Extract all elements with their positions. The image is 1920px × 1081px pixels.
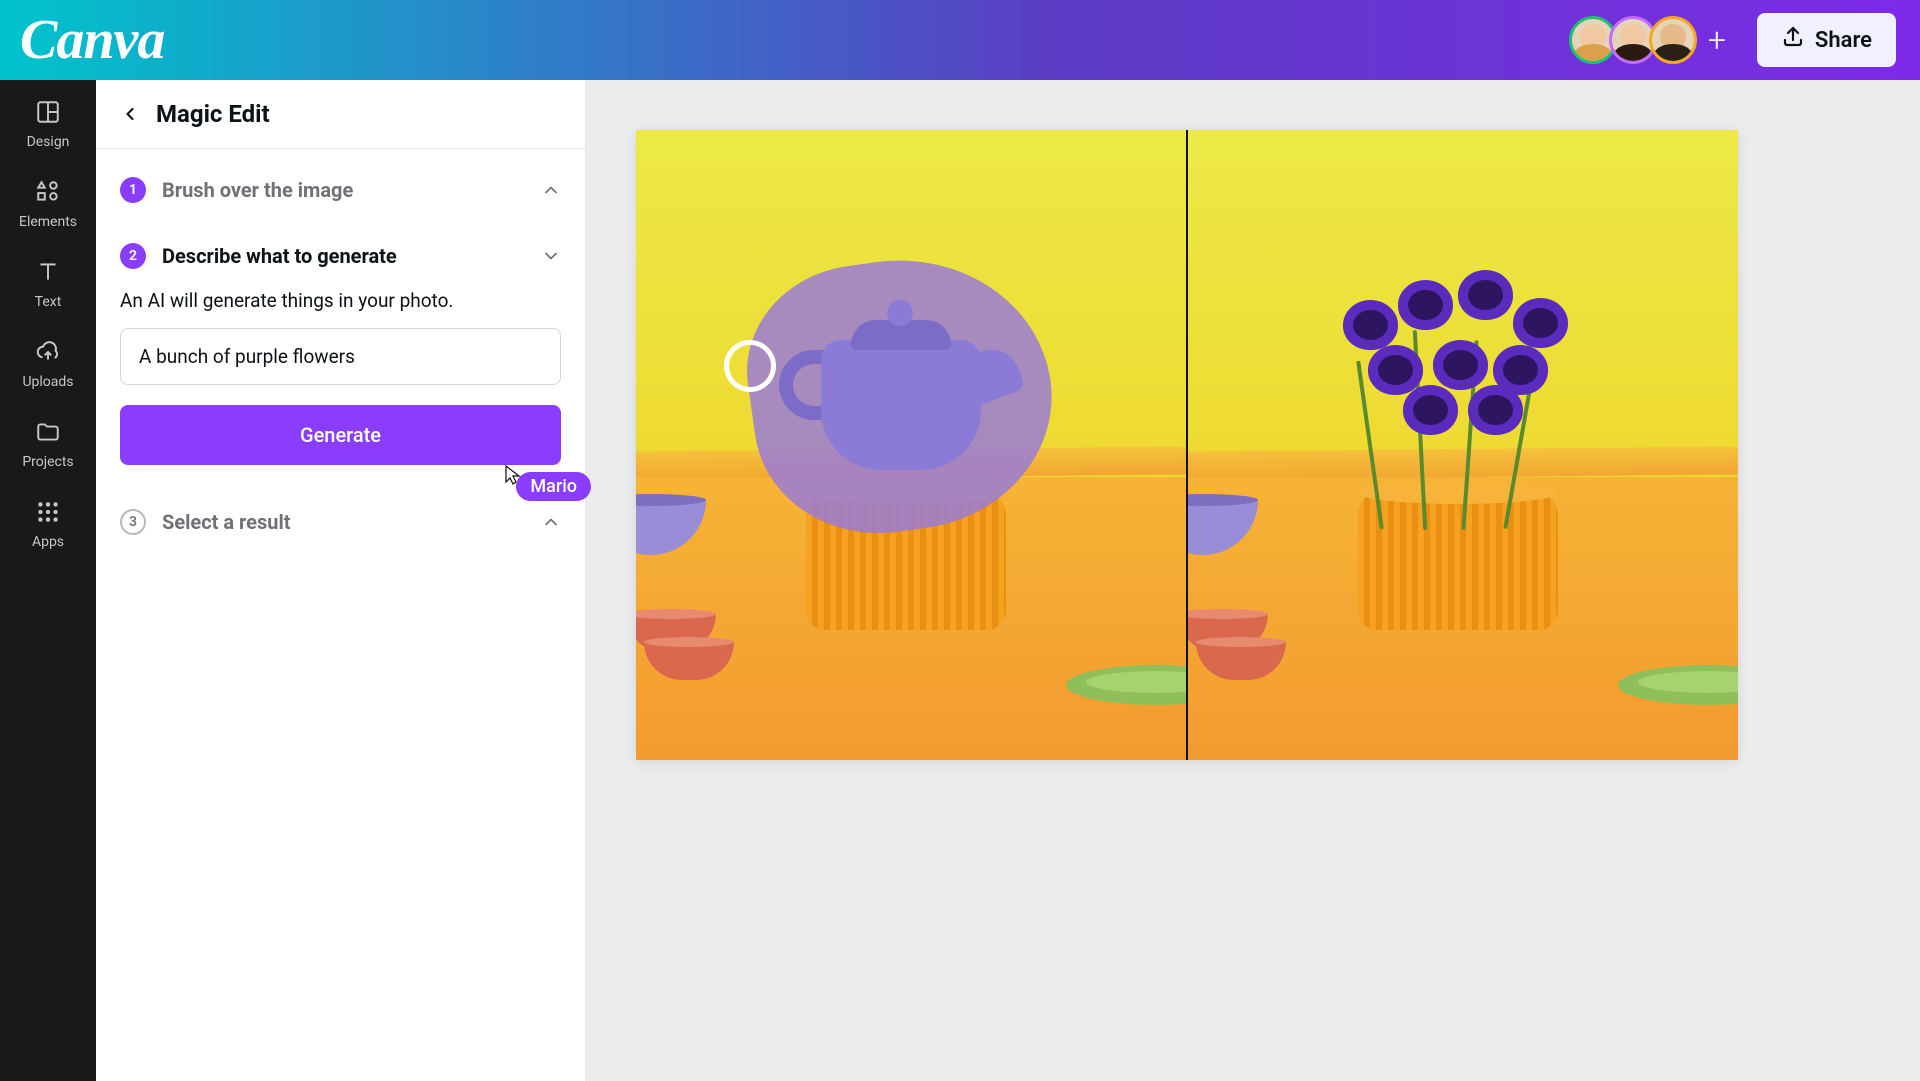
generate-button-label: Generate	[300, 423, 381, 447]
collaborator-cursor-name: Mario	[516, 472, 591, 501]
step-select-result[interactable]: 3 Select a result	[120, 489, 561, 555]
folder-icon	[34, 418, 62, 446]
header-actions: + Share	[1569, 13, 1896, 67]
layout-icon	[34, 98, 62, 126]
canvas-area[interactable]	[586, 80, 1920, 1081]
nav-design[interactable]: Design	[0, 98, 96, 150]
step-title: Select a result	[162, 510, 291, 534]
avatar[interactable]	[1649, 16, 1697, 64]
cursor-icon	[504, 464, 522, 486]
chevron-down-icon	[541, 246, 561, 266]
nav-projects[interactable]: Projects	[0, 418, 96, 470]
panel-title: Magic Edit	[156, 100, 270, 128]
share-button[interactable]: Share	[1757, 13, 1896, 67]
side-nav: Design Elements Text Uploads Projects	[0, 80, 96, 1081]
nav-label: Apps	[32, 534, 64, 550]
prompt-input[interactable]	[120, 328, 561, 385]
shapes-icon	[34, 178, 62, 206]
chevron-up-icon	[541, 512, 561, 532]
step-title: Brush over the image	[162, 178, 353, 202]
collaborator-cursor: Mario	[498, 472, 591, 501]
step-description: An AI will generate things in your photo…	[120, 289, 561, 312]
step-describe-content: An AI will generate things in your photo…	[120, 289, 561, 489]
nav-apps[interactable]: Apps	[0, 498, 96, 550]
nav-text[interactable]: Text	[0, 258, 96, 310]
text-icon	[34, 258, 62, 286]
prop-small-bowls	[636, 624, 716, 680]
grid-icon	[34, 498, 62, 526]
app-header: Canva + Share	[0, 0, 1920, 80]
upload-icon	[1781, 25, 1805, 55]
artboard[interactable]	[636, 130, 1738, 760]
collaborator-avatars: +	[1569, 16, 1741, 64]
magic-edit-panel: Magic Edit 1 Brush over the image 2 Desc…	[96, 80, 586, 1081]
step-title: Describe what to generate	[162, 244, 397, 268]
prop-teapot	[801, 300, 1001, 470]
step-number-badge: 2	[120, 243, 146, 269]
step-number-badge: 3	[120, 509, 146, 535]
image-after	[1188, 130, 1738, 760]
nav-label: Design	[27, 134, 70, 150]
image-before	[636, 130, 1186, 760]
nav-elements[interactable]: Elements	[0, 178, 96, 230]
chevron-up-icon	[541, 180, 561, 200]
panel-header: Magic Edit	[96, 80, 585, 149]
step-describe[interactable]: 2 Describe what to generate	[120, 223, 561, 289]
step-number-badge: 1	[120, 177, 146, 203]
brand-logo[interactable]: Canva	[20, 8, 164, 72]
generated-flowers	[1308, 270, 1608, 530]
nav-label: Uploads	[22, 374, 73, 390]
nav-uploads[interactable]: Uploads	[0, 338, 96, 390]
nav-label: Text	[35, 294, 62, 310]
step-brush[interactable]: 1 Brush over the image	[120, 157, 561, 223]
nav-label: Elements	[19, 214, 77, 230]
back-button[interactable]	[120, 104, 140, 124]
generate-button[interactable]: Generate Mario	[120, 405, 561, 465]
nav-label: Projects	[22, 454, 73, 470]
add-collaborator-button[interactable]: +	[1693, 16, 1741, 64]
cloud-upload-icon	[34, 338, 62, 366]
prop-small-bowls	[1188, 624, 1268, 680]
brush-cursor-icon	[724, 340, 776, 392]
chevron-left-icon	[120, 104, 140, 124]
share-button-label: Share	[1815, 28, 1872, 53]
